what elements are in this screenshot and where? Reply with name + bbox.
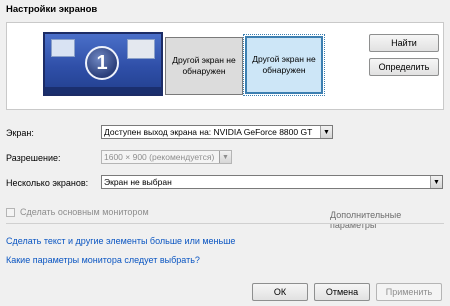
monitor-3[interactable]: Другой экран не обнаружен: [243, 34, 325, 96]
dialog-title: Настройки экранов: [6, 4, 98, 15]
resolution-label: Разрешение:: [6, 153, 61, 163]
monitor-number-badge: 1: [85, 46, 119, 80]
advanced-settings-link[interactable]: Дополнительные параметры: [330, 210, 450, 230]
text-size-link[interactable]: Сделать текст и другие элементы больше и…: [6, 236, 235, 246]
main-monitor-checkbox[interactable]: Сделать основным монитором: [6, 207, 149, 217]
display-select-value: Доступен выход экрана на: NVIDIA GeForce…: [104, 127, 313, 137]
chevron-down-icon[interactable]: ▼: [320, 126, 332, 138]
chevron-down-icon[interactable]: ▼: [430, 176, 442, 188]
display-label: Экран:: [6, 128, 34, 138]
main-monitor-label: Сделать основным монитором: [20, 207, 149, 217]
cancel-button[interactable]: Отмена: [314, 283, 370, 301]
taskbar: [45, 87, 161, 94]
desktop-window-icon: [51, 39, 75, 57]
multiple-displays-label: Несколько экранов:: [6, 178, 89, 188]
chevron-down-icon[interactable]: ▼: [219, 151, 231, 163]
resolution-select[interactable]: 1600 × 900 (рекомендуется) ▼: [101, 150, 232, 164]
ok-button[interactable]: ОК: [252, 283, 308, 301]
selection-focus-frame: [243, 34, 325, 96]
monitor-2[interactable]: Другой экран не обнаружен: [165, 37, 243, 95]
checkbox-box[interactable]: [6, 207, 15, 217]
monitor-2-label: Другой экран не обнаружен: [172, 55, 236, 76]
monitor-settings-help-link[interactable]: Какие параметры монитора следует выбрать…: [6, 255, 200, 265]
display-select[interactable]: Доступен выход экрана на: NVIDIA GeForce…: [101, 125, 333, 139]
apply-button[interactable]: Применить: [376, 283, 442, 301]
monitor-1[interactable]: 1: [43, 32, 163, 96]
find-button[interactable]: Найти: [369, 34, 439, 52]
identify-button[interactable]: Определить: [369, 58, 439, 76]
divider: [6, 223, 444, 224]
monitor-preview-area: 1 Другой экран не обнаружен Другой экран…: [6, 22, 444, 110]
resolution-select-value: 1600 × 900 (рекомендуется): [104, 152, 215, 162]
multiple-displays-select[interactable]: Экран не выбран ▼: [101, 175, 443, 189]
multiple-displays-select-value: Экран не выбран: [104, 177, 172, 187]
desktop-window-icon: [127, 39, 155, 59]
